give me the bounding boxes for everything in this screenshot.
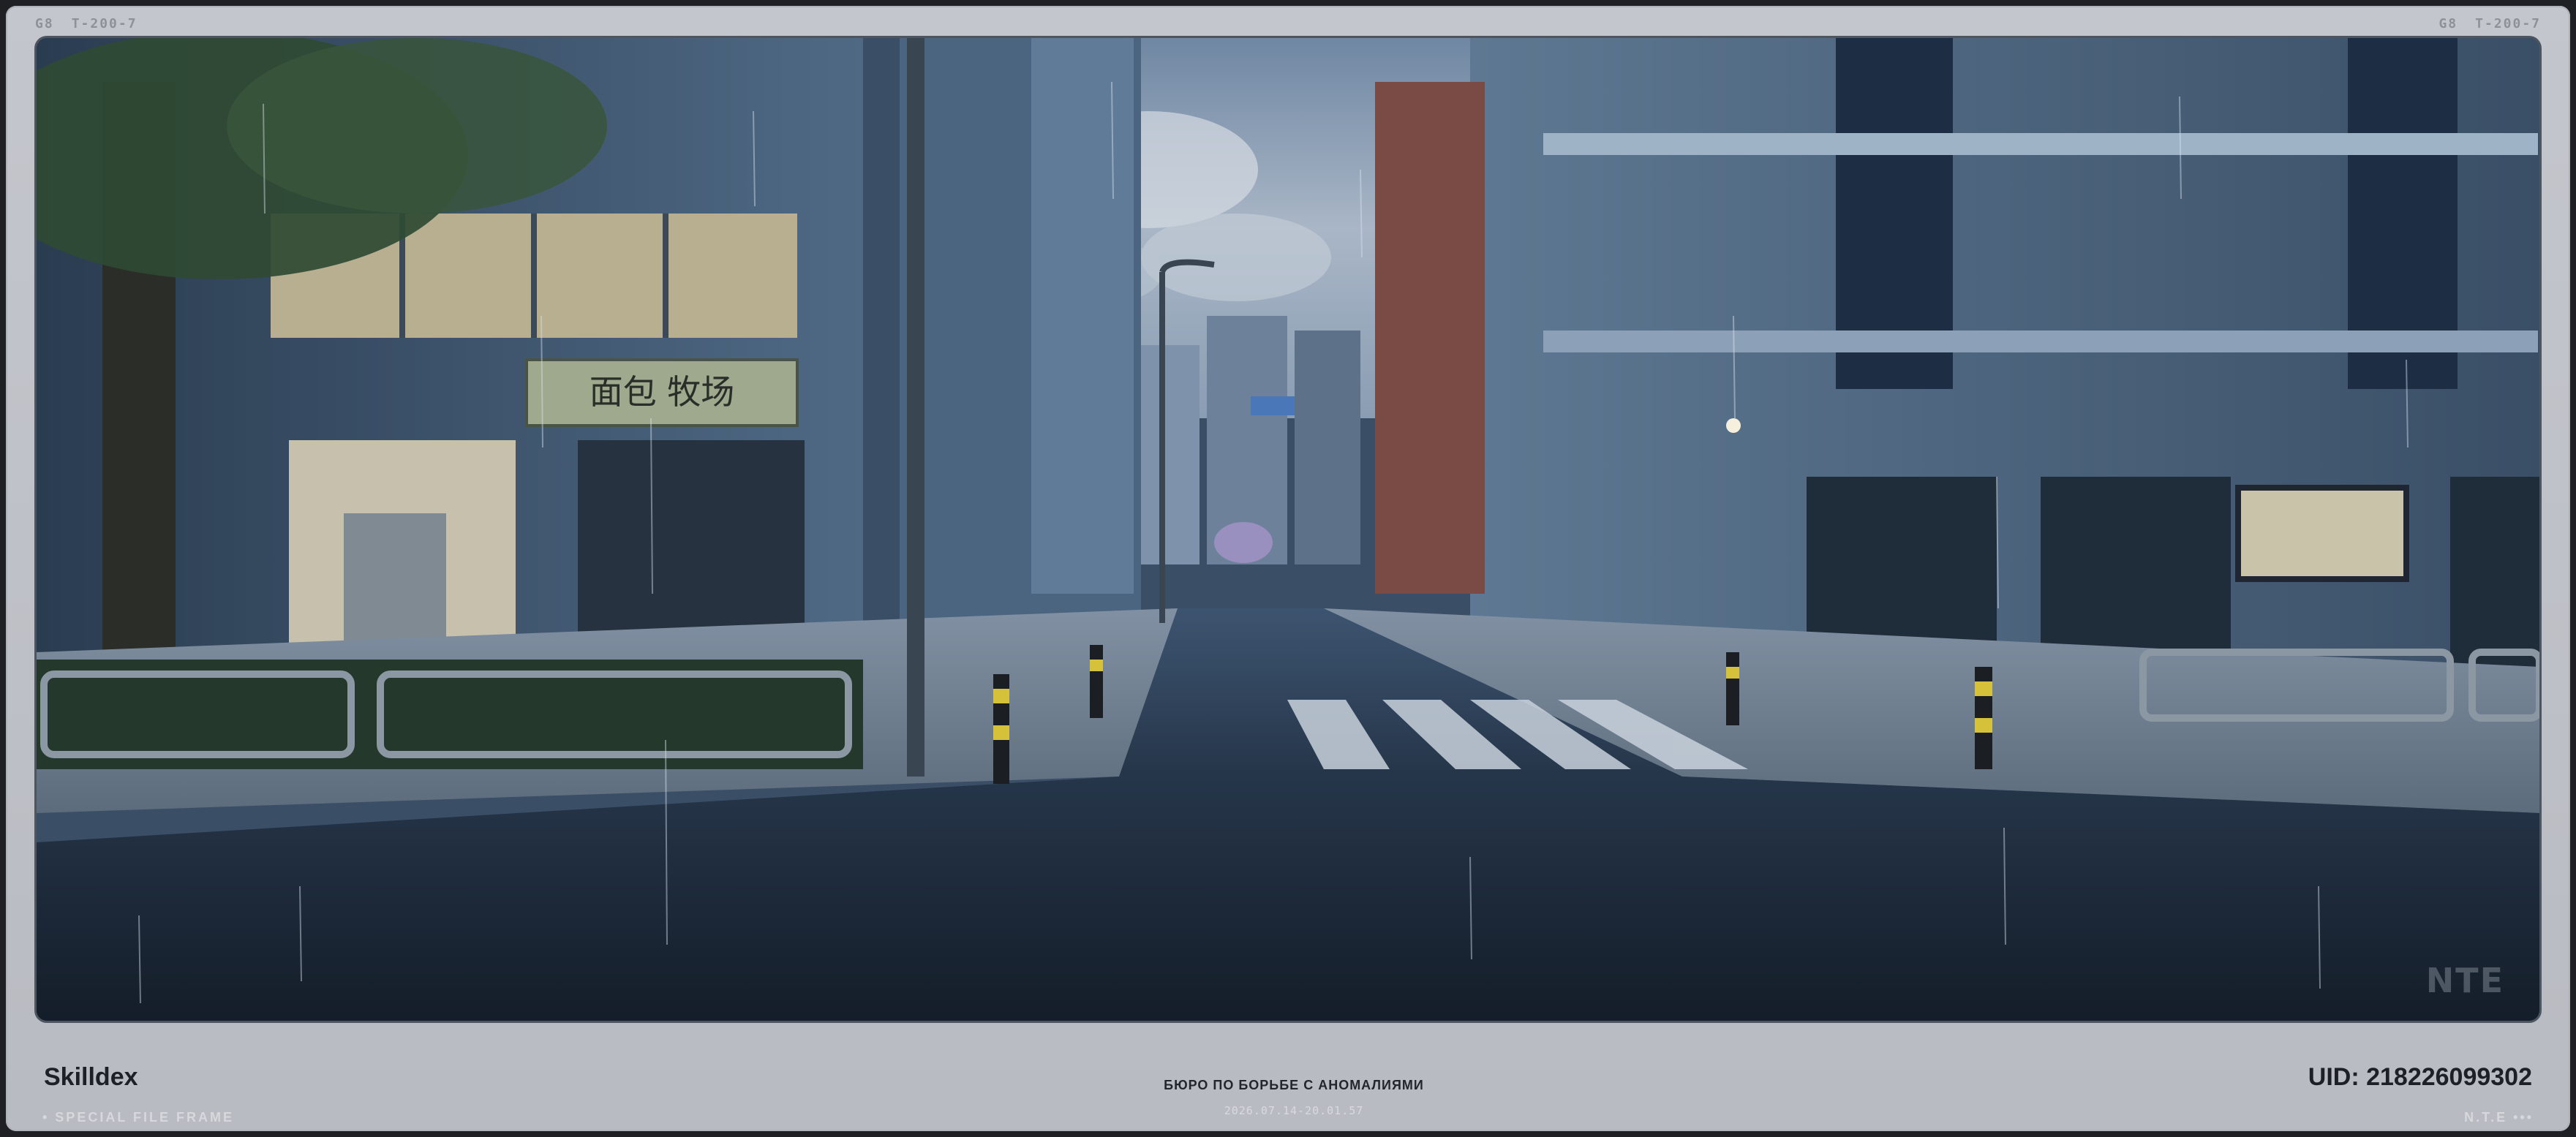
shop-sign-text: 面包 牧场 — [590, 372, 735, 412]
nte-watermark: NTE — [2425, 961, 2504, 1000]
lit-window-right — [2235, 485, 2409, 582]
code-label: T-200-7 — [71, 16, 138, 31]
code-label: G8 — [35, 16, 54, 31]
garage-door — [2450, 477, 2539, 667]
code-label: T-200-7 — [2475, 16, 2541, 31]
scene-image: 面包 牧场 NTE — [37, 38, 2539, 1021]
photo-frame: G8 T-200-7 G8 T-200-7 面包 牧场 NTE Skilldex… — [6, 6, 2570, 1131]
garage-door — [2041, 477, 2231, 667]
blossom-tree — [1214, 522, 1273, 563]
corner-code-left: G8 T-200-7 — [35, 16, 138, 31]
code-label: G8 — [2438, 16, 2458, 31]
balcony-ledge — [1543, 330, 2538, 352]
balcony-ledge — [1543, 133, 2538, 155]
nte-tag: N.T.E ••• — [2464, 1110, 2534, 1125]
capture-timestamp: 2026.07.14-20.01.57 — [1224, 1104, 1364, 1117]
department-caption: БЮРО ПО БОРЬБЕ С АНОМАЛИЯМИ — [1164, 1078, 1424, 1092]
utility-pole — [907, 38, 924, 777]
rainy-street-illustration: 面包 牧场 — [37, 38, 2539, 1021]
cloud — [1141, 214, 1331, 301]
distant-building — [1295, 330, 1360, 564]
red-brick-building — [1375, 82, 1485, 594]
street-lamp-pole — [1159, 272, 1165, 623]
left-tower-face — [1031, 38, 1134, 594]
distant-sign — [1251, 396, 1295, 415]
wall-lamp — [1726, 418, 1741, 433]
tree-canopy — [227, 38, 607, 214]
user-uid: UID: 218226099302 — [2308, 1063, 2532, 1091]
corner-code-right: G8 T-200-7 — [2438, 16, 2541, 31]
